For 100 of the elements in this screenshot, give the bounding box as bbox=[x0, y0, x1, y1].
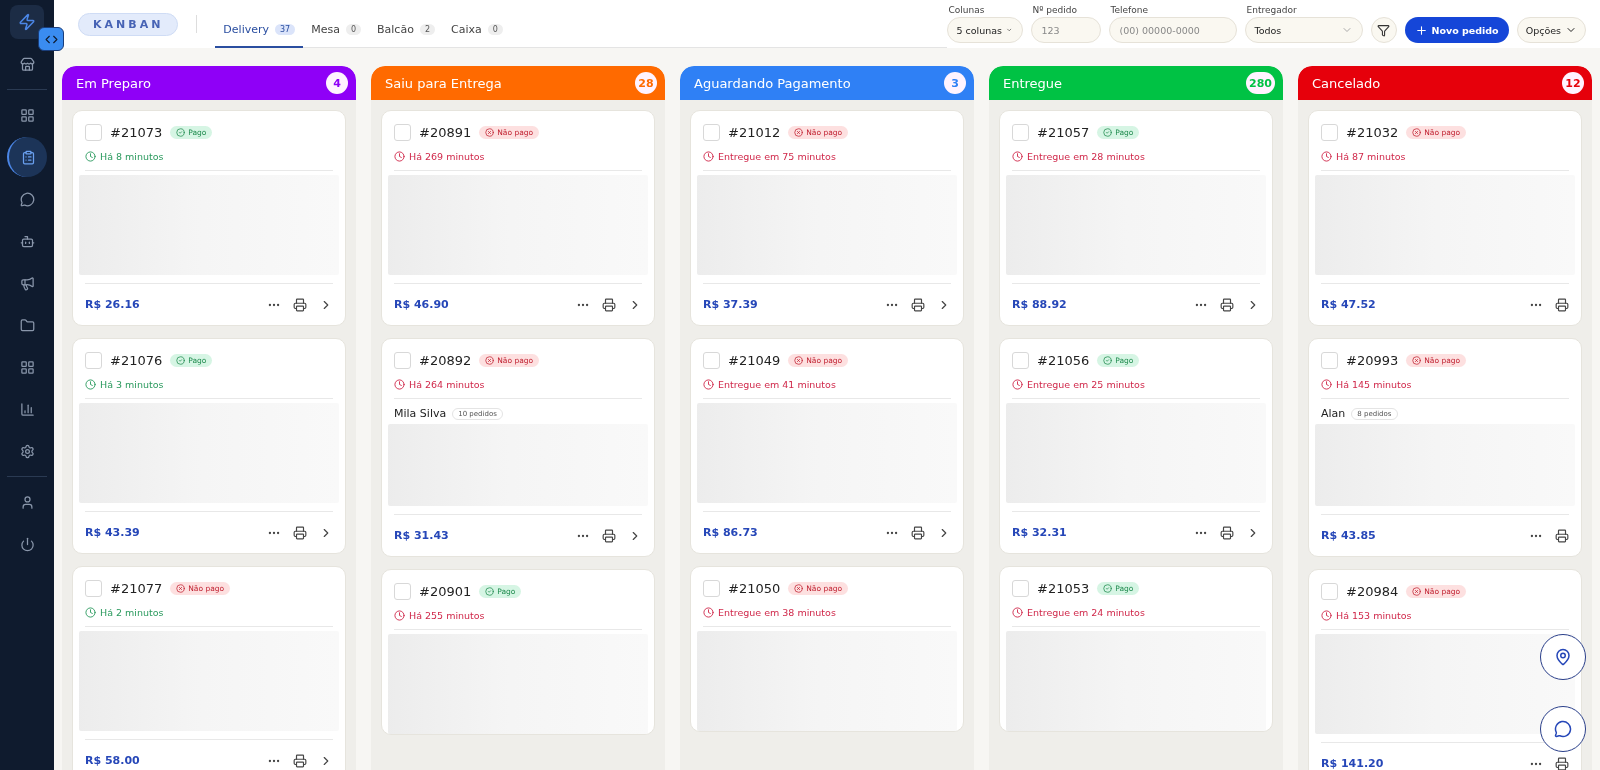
x-circle-icon bbox=[794, 128, 804, 137]
checkbox[interactable] bbox=[703, 580, 720, 597]
clipboard-nav-button[interactable] bbox=[7, 137, 47, 177]
clock-icon bbox=[394, 151, 405, 162]
order-time: Entregue em 41 minutos bbox=[703, 379, 951, 390]
bar-chart-icon bbox=[19, 401, 35, 417]
checkbox[interactable] bbox=[85, 124, 102, 141]
filter-button[interactable] bbox=[1370, 17, 1397, 43]
clock-icon bbox=[703, 607, 714, 618]
checkbox[interactable] bbox=[394, 352, 411, 369]
order-total: R$ 86.73 bbox=[703, 526, 758, 539]
field-label: Colunas bbox=[947, 5, 986, 15]
order-time: Há 8 minutos bbox=[85, 151, 333, 162]
clock-icon bbox=[1321, 379, 1332, 390]
check-circle-icon bbox=[485, 587, 495, 596]
order-number: #21056 bbox=[1037, 353, 1090, 368]
order-number: #21050 bbox=[728, 581, 781, 596]
x-circle-icon bbox=[1412, 128, 1422, 137]
checkbox[interactable] bbox=[85, 352, 102, 369]
clock-icon bbox=[394, 610, 405, 621]
print-icon[interactable] bbox=[293, 525, 307, 540]
checkbox[interactable] bbox=[703, 352, 720, 369]
clock-icon bbox=[1012, 607, 1023, 618]
tab[interactable]: Balcão 2 bbox=[369, 12, 443, 48]
order-total: R$ 31.43 bbox=[394, 529, 449, 542]
customer-name: Mila Silva bbox=[394, 407, 447, 420]
order-number: #21049 bbox=[728, 353, 781, 368]
order-number: #21032 bbox=[1346, 125, 1399, 140]
column-count: 12 bbox=[1562, 72, 1584, 94]
checkbox[interactable] bbox=[703, 124, 720, 141]
x-circle-icon bbox=[794, 584, 804, 593]
order-total: R$ 47.52 bbox=[1321, 298, 1376, 311]
chat-icon bbox=[1554, 720, 1572, 738]
code-toggle-button[interactable] bbox=[38, 27, 64, 51]
field-label: Telefone bbox=[1109, 5, 1149, 15]
checkbox[interactable] bbox=[1012, 124, 1029, 141]
print-icon[interactable] bbox=[911, 525, 925, 540]
tab[interactable]: Caixa 0 bbox=[443, 12, 511, 48]
checkbox[interactable] bbox=[394, 583, 411, 600]
courier-select[interactable]: Todos bbox=[1244, 17, 1363, 43]
print-icon[interactable] bbox=[1555, 528, 1569, 543]
column-count: 4 bbox=[326, 72, 348, 94]
tab-count: 0 bbox=[345, 23, 362, 35]
order-total: R$ 43.39 bbox=[85, 526, 140, 539]
check-circle-icon bbox=[176, 356, 186, 365]
order-number: #21012 bbox=[728, 125, 781, 140]
check-circle-icon bbox=[1103, 584, 1113, 593]
order-time: Há 145 minutos bbox=[1321, 379, 1569, 390]
clock-icon bbox=[1012, 379, 1023, 390]
columns-select[interactable]: 5 colunas bbox=[946, 17, 1023, 43]
filter-icon bbox=[1377, 23, 1390, 37]
print-icon[interactable] bbox=[602, 528, 616, 543]
plus-icon bbox=[1414, 23, 1428, 37]
order-total: R$ 141.20 bbox=[1321, 757, 1384, 770]
tab[interactable]: Mesa 0 bbox=[303, 12, 370, 48]
order-number: #20901 bbox=[419, 584, 472, 599]
clock-icon bbox=[703, 379, 714, 390]
checkbox[interactable] bbox=[1012, 580, 1029, 597]
x-circle-icon bbox=[1412, 356, 1422, 365]
view-label: KANBAN bbox=[78, 12, 179, 36]
checkbox[interactable] bbox=[1012, 352, 1029, 369]
order-number: #21053 bbox=[1037, 581, 1090, 596]
print-icon[interactable] bbox=[1555, 756, 1569, 770]
order-time: Há 87 minutos bbox=[1321, 151, 1569, 162]
order-total: R$ 32.31 bbox=[1012, 526, 1067, 539]
clock-icon bbox=[1012, 151, 1023, 162]
input-field[interactable]: (00) 00000-0000 bbox=[1108, 17, 1237, 43]
tab-count: 37 bbox=[275, 23, 296, 35]
robot-icon bbox=[19, 233, 35, 249]
checkbox[interactable] bbox=[1321, 352, 1338, 369]
checkbox[interactable] bbox=[85, 580, 102, 597]
check-circle-icon bbox=[176, 128, 186, 137]
field-label: Nº pedido bbox=[1031, 5, 1079, 15]
print-icon[interactable] bbox=[293, 753, 307, 768]
print-icon[interactable] bbox=[1555, 297, 1569, 312]
order-number: #21057 bbox=[1037, 125, 1090, 140]
order-total: R$ 58.00 bbox=[85, 754, 140, 767]
new-order-button[interactable]: Novo pedido bbox=[1404, 17, 1509, 43]
print-icon[interactable] bbox=[1220, 297, 1234, 312]
order-total: R$ 46.90 bbox=[394, 298, 449, 311]
print-icon[interactable] bbox=[293, 297, 307, 312]
checkbox[interactable] bbox=[1321, 124, 1338, 141]
column-count: 280 bbox=[1246, 72, 1275, 94]
checkbox[interactable] bbox=[394, 124, 411, 141]
order-time: Entregue em 25 minutos bbox=[1012, 379, 1260, 390]
print-icon[interactable] bbox=[1220, 525, 1234, 540]
clock-icon bbox=[85, 151, 96, 162]
checkbox[interactable] bbox=[1321, 583, 1338, 600]
print-icon[interactable] bbox=[602, 297, 616, 312]
print-icon[interactable] bbox=[911, 297, 925, 312]
tab[interactable]: Delivery 37 bbox=[215, 12, 304, 48]
clock-icon bbox=[1321, 610, 1332, 621]
options-button[interactable]: Opções bbox=[1516, 17, 1586, 43]
clock-icon bbox=[394, 379, 405, 390]
order-number: #21077 bbox=[110, 581, 163, 596]
column-title: Em Preparo bbox=[76, 75, 151, 91]
order-total: R$ 37.39 bbox=[703, 298, 758, 311]
order-number: #20984 bbox=[1346, 584, 1399, 599]
input-field[interactable]: 123 bbox=[1030, 17, 1101, 43]
order-time: Entregue em 38 minutos bbox=[703, 607, 951, 618]
